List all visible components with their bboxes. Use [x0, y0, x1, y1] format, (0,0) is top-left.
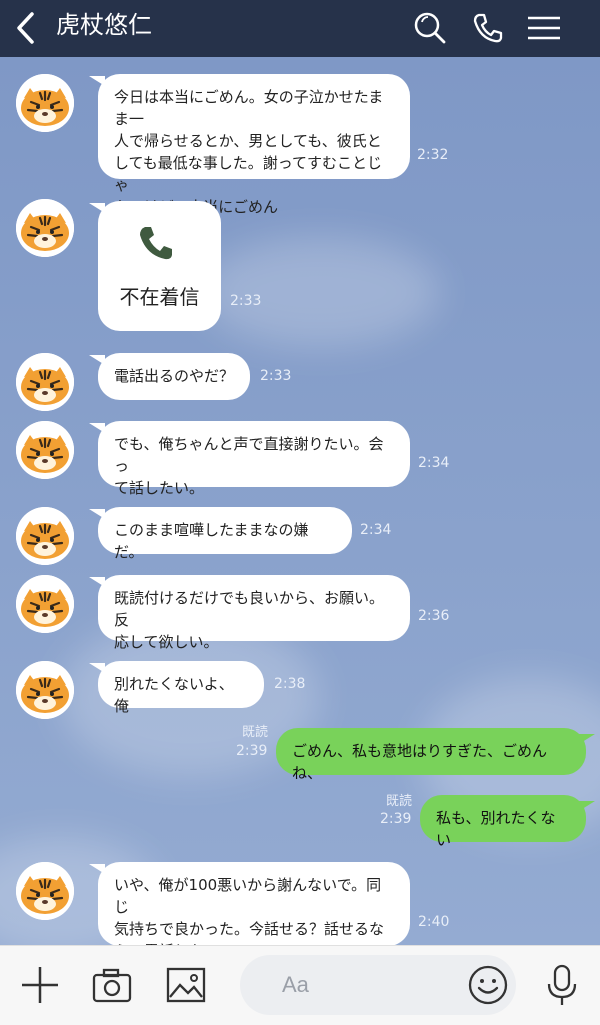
avatar[interactable] [16, 199, 74, 257]
tiger-avatar-icon [16, 862, 74, 920]
my-message-bubble[interactable]: 私も、別れたくない [420, 795, 595, 849]
tiger-avatar-icon [16, 575, 74, 633]
message-time: 2:34 [418, 455, 450, 471]
chat-area[interactable]: 今日は本当にごめん。女の子泣かせたまま一 人で帰らせるとか、男としても、彼氏と … [0, 57, 600, 945]
message-time: 2:33 [230, 293, 262, 309]
chat-title: 虎杖悠仁 [56, 11, 152, 39]
message-time: 2:36 [418, 608, 450, 624]
message-time: 2:34 [360, 522, 392, 538]
message-time: 2:32 [417, 147, 449, 163]
avatar[interactable] [16, 507, 74, 565]
avatar[interactable] [16, 575, 74, 633]
tiger-avatar-icon [16, 353, 74, 411]
my-message-bubble[interactable]: ごめん、私も意地はりすぎた、ごめんね、 [276, 728, 595, 782]
input-bar: Aa [0, 945, 600, 1025]
read-receipt: 既読 [241, 725, 268, 740]
tiger-avatar-icon [16, 507, 74, 565]
avatar[interactable] [16, 862, 74, 920]
message-bubble[interactable]: 別れたくないよ、俺 [89, 661, 264, 715]
phone-icon [140, 227, 172, 260]
input-placeholder: Aa [282, 972, 309, 997]
avatar[interactable] [16, 661, 74, 719]
message-time: 2:39 [380, 811, 412, 827]
read-receipt: 既読 [385, 794, 412, 809]
phone-icon[interactable] [468, 8, 508, 48]
menu-icon[interactable] [524, 8, 564, 48]
message-time: 2:40 [418, 914, 450, 930]
message-time: 2:38 [274, 676, 306, 692]
avatar[interactable] [16, 421, 74, 479]
message-bubble[interactable]: いや、俺が100悪いから謝んないで。同じ 気持ちで良かった。今話せる？話せるな … [89, 862, 410, 945]
tiger-avatar-icon [16, 421, 74, 479]
plus-icon[interactable] [18, 963, 62, 1007]
microphone-icon[interactable] [540, 963, 584, 1007]
camera-icon[interactable] [90, 963, 134, 1007]
back-chevron-icon[interactable] [10, 8, 44, 48]
message-time: 2:39 [236, 743, 268, 759]
emoji-icon[interactable] [466, 963, 510, 1007]
avatar[interactable] [16, 74, 74, 132]
search-icon[interactable] [410, 8, 450, 48]
avatar[interactable] [16, 353, 74, 411]
message-input[interactable]: Aa [240, 955, 516, 1015]
tiger-avatar-icon [16, 199, 74, 257]
missed-call-label: 不在着信 [119, 285, 200, 309]
missed-call-bubble[interactable]: 不在着信 [89, 201, 221, 331]
message-time: 2:33 [260, 368, 292, 384]
message-bubble[interactable]: このまま喧嘩したままなの嫌だ。 [89, 507, 352, 561]
message-bubble[interactable]: 電話出るのやだ？ [89, 353, 250, 400]
message-bubble[interactable]: 今日は本当にごめん。女の子泣かせたまま一 人で帰らせるとか、男としても、彼氏と … [89, 74, 410, 216]
image-icon[interactable] [164, 963, 208, 1007]
tiger-avatar-icon [16, 74, 74, 132]
message-bubble[interactable]: でも、俺ちゃんと声で直接謝りたい。会っ て話したい。 [89, 421, 410, 497]
tiger-avatar-icon [16, 661, 74, 719]
chat-header: 虎杖悠仁 [0, 0, 600, 57]
message-bubble[interactable]: 既読付けるだけでも良いから、お願い。反 応して欲しい。 [89, 575, 410, 651]
